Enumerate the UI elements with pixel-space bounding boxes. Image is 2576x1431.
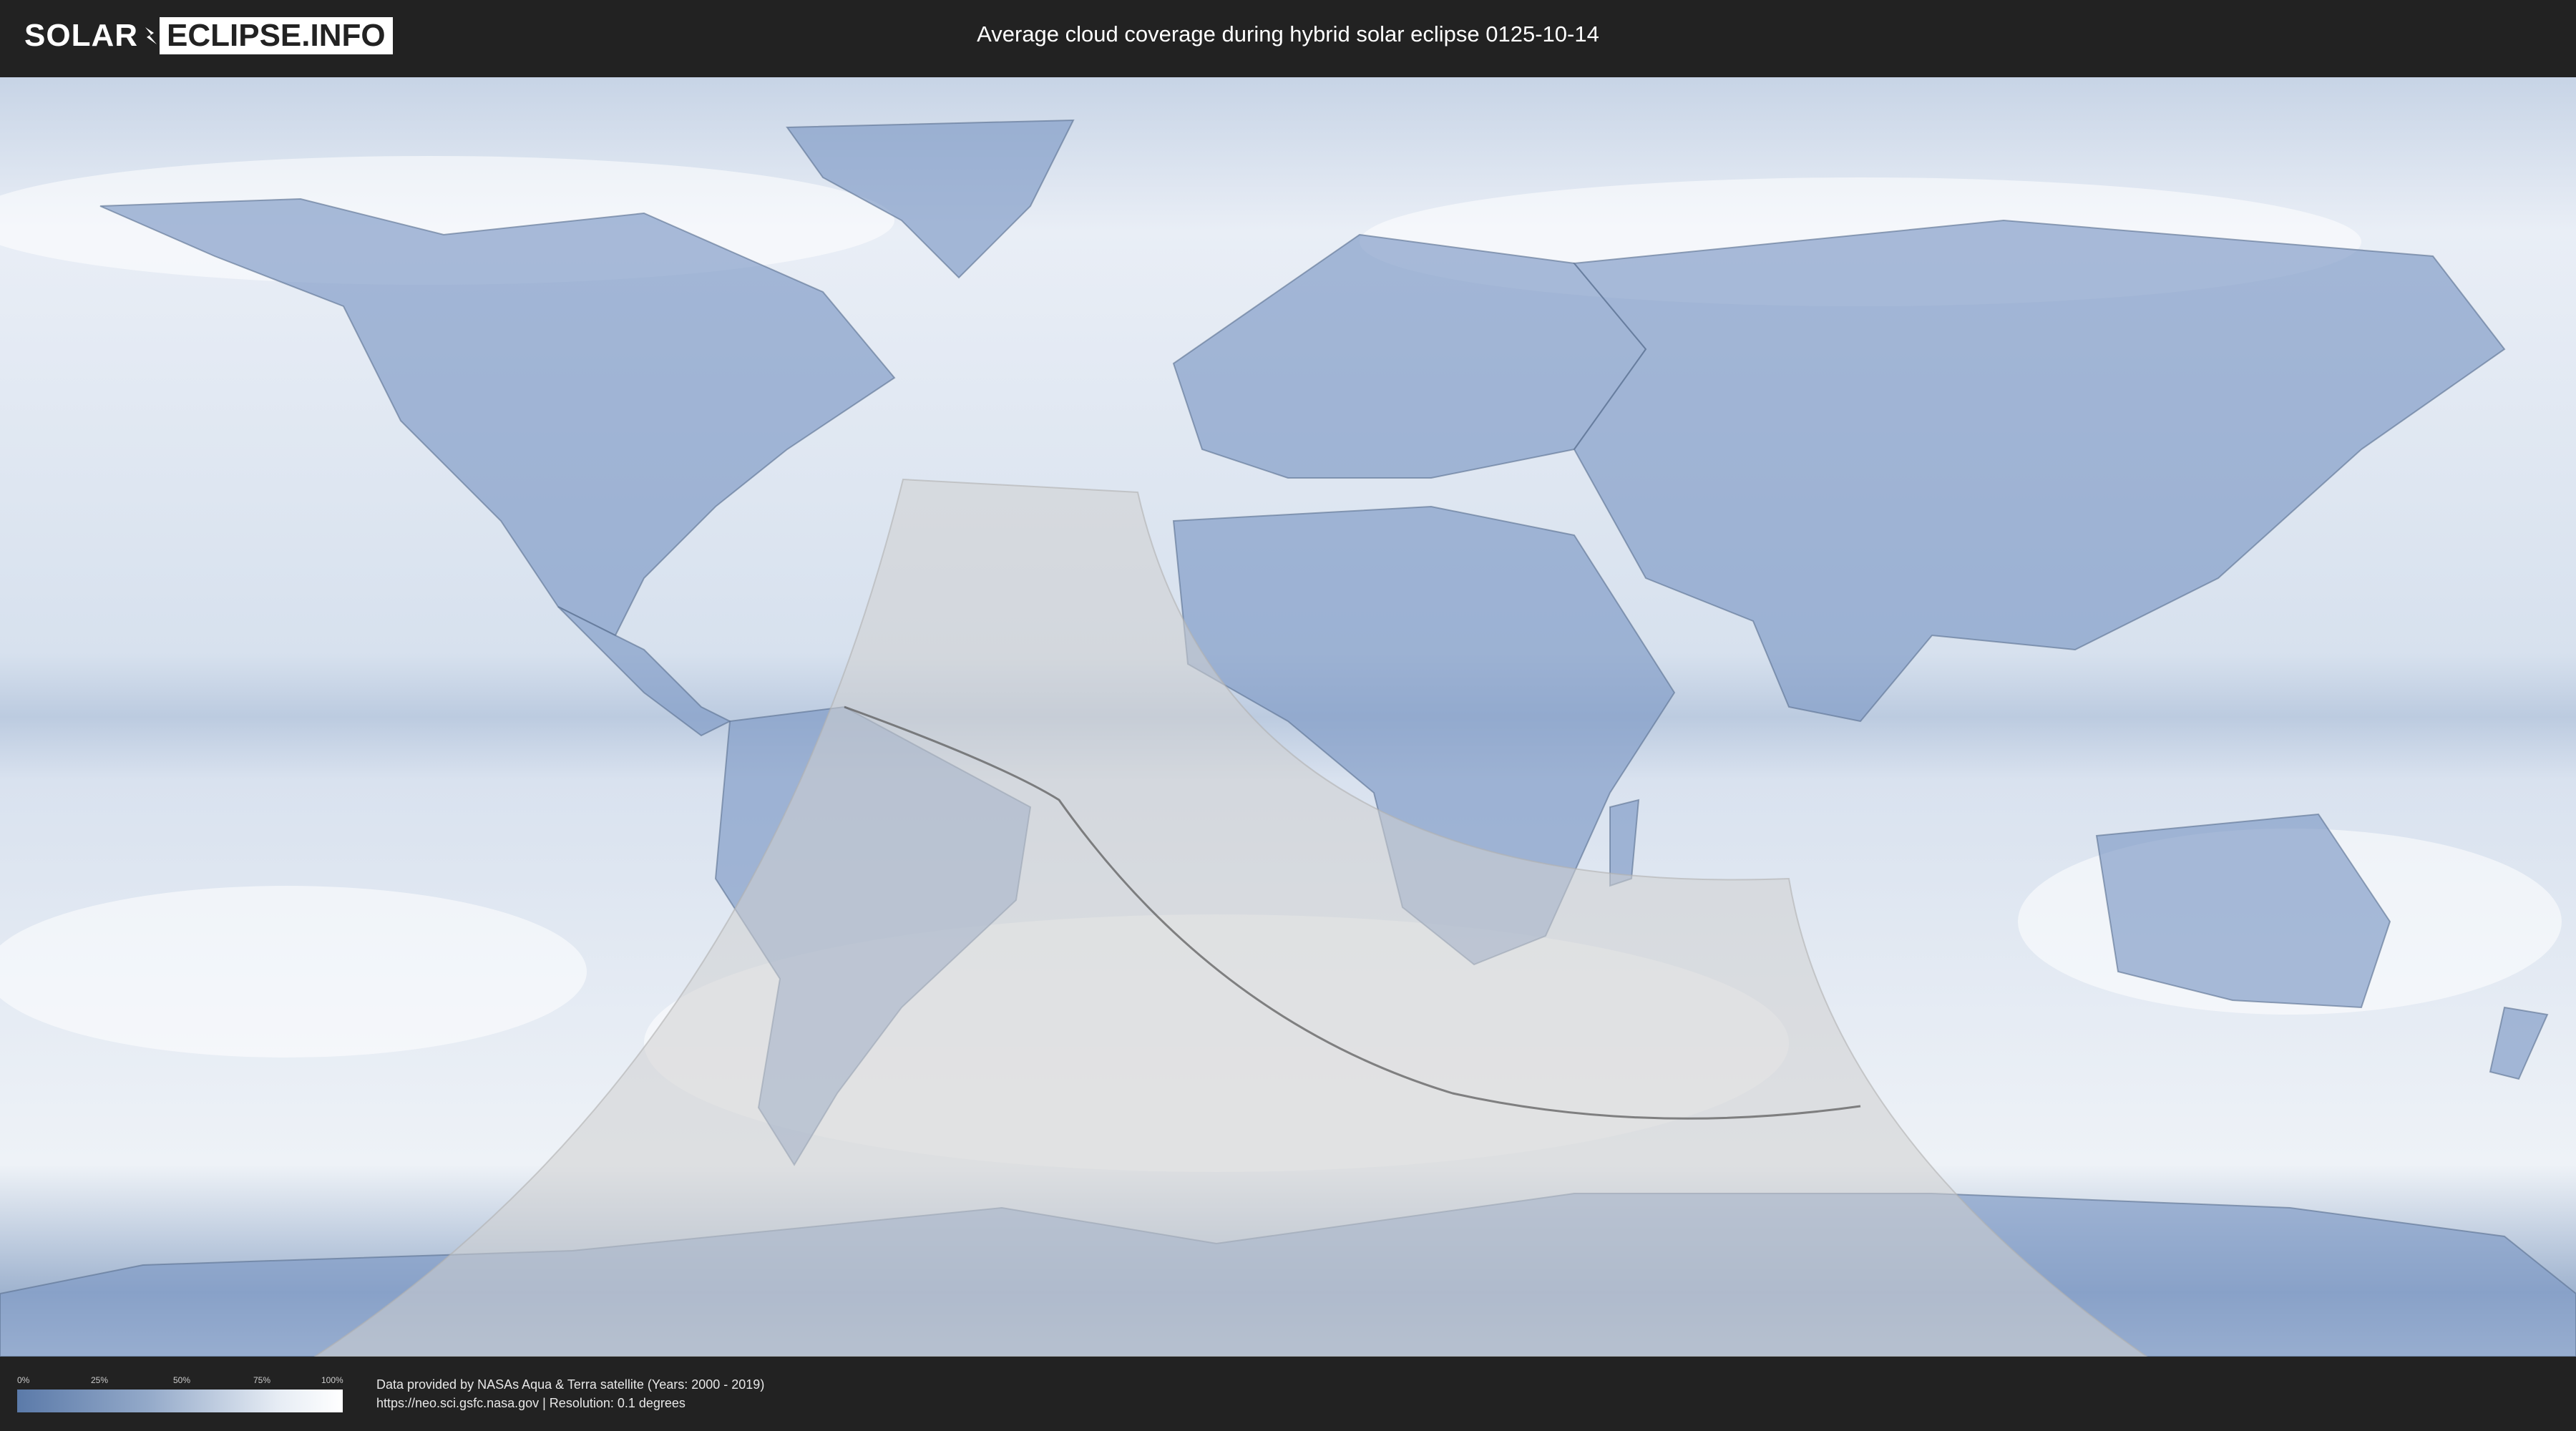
legend-tick-100: 100%: [321, 1375, 343, 1385]
footer-bar: [0, 1357, 2576, 1431]
header-bar: SOLAR ECLIPSE.INFO Average cloud coverag…: [0, 0, 2576, 70]
legend-tick-0: 0%: [17, 1375, 30, 1385]
data-source-link[interactable]: https://neo.sci.gsfc.nasa.gov | Resoluti…: [376, 1396, 686, 1411]
legend-tick-50: 50%: [173, 1375, 191, 1385]
legend-tick-75: 75%: [253, 1375, 271, 1385]
page-title: Average cloud coverage during hybrid sol…: [977, 21, 1599, 47]
legend-tick-25: 25%: [91, 1375, 109, 1385]
data-credit: Data provided by NASAs Aqua & Terra sate…: [376, 1377, 765, 1392]
legend-gradient-bar: [17, 1390, 343, 1412]
cloud-coverage-map[interactable]: [0, 77, 2576, 1357]
cloud-coverage-legend: 0% 25% 50% 75% 100%: [17, 1375, 343, 1412]
